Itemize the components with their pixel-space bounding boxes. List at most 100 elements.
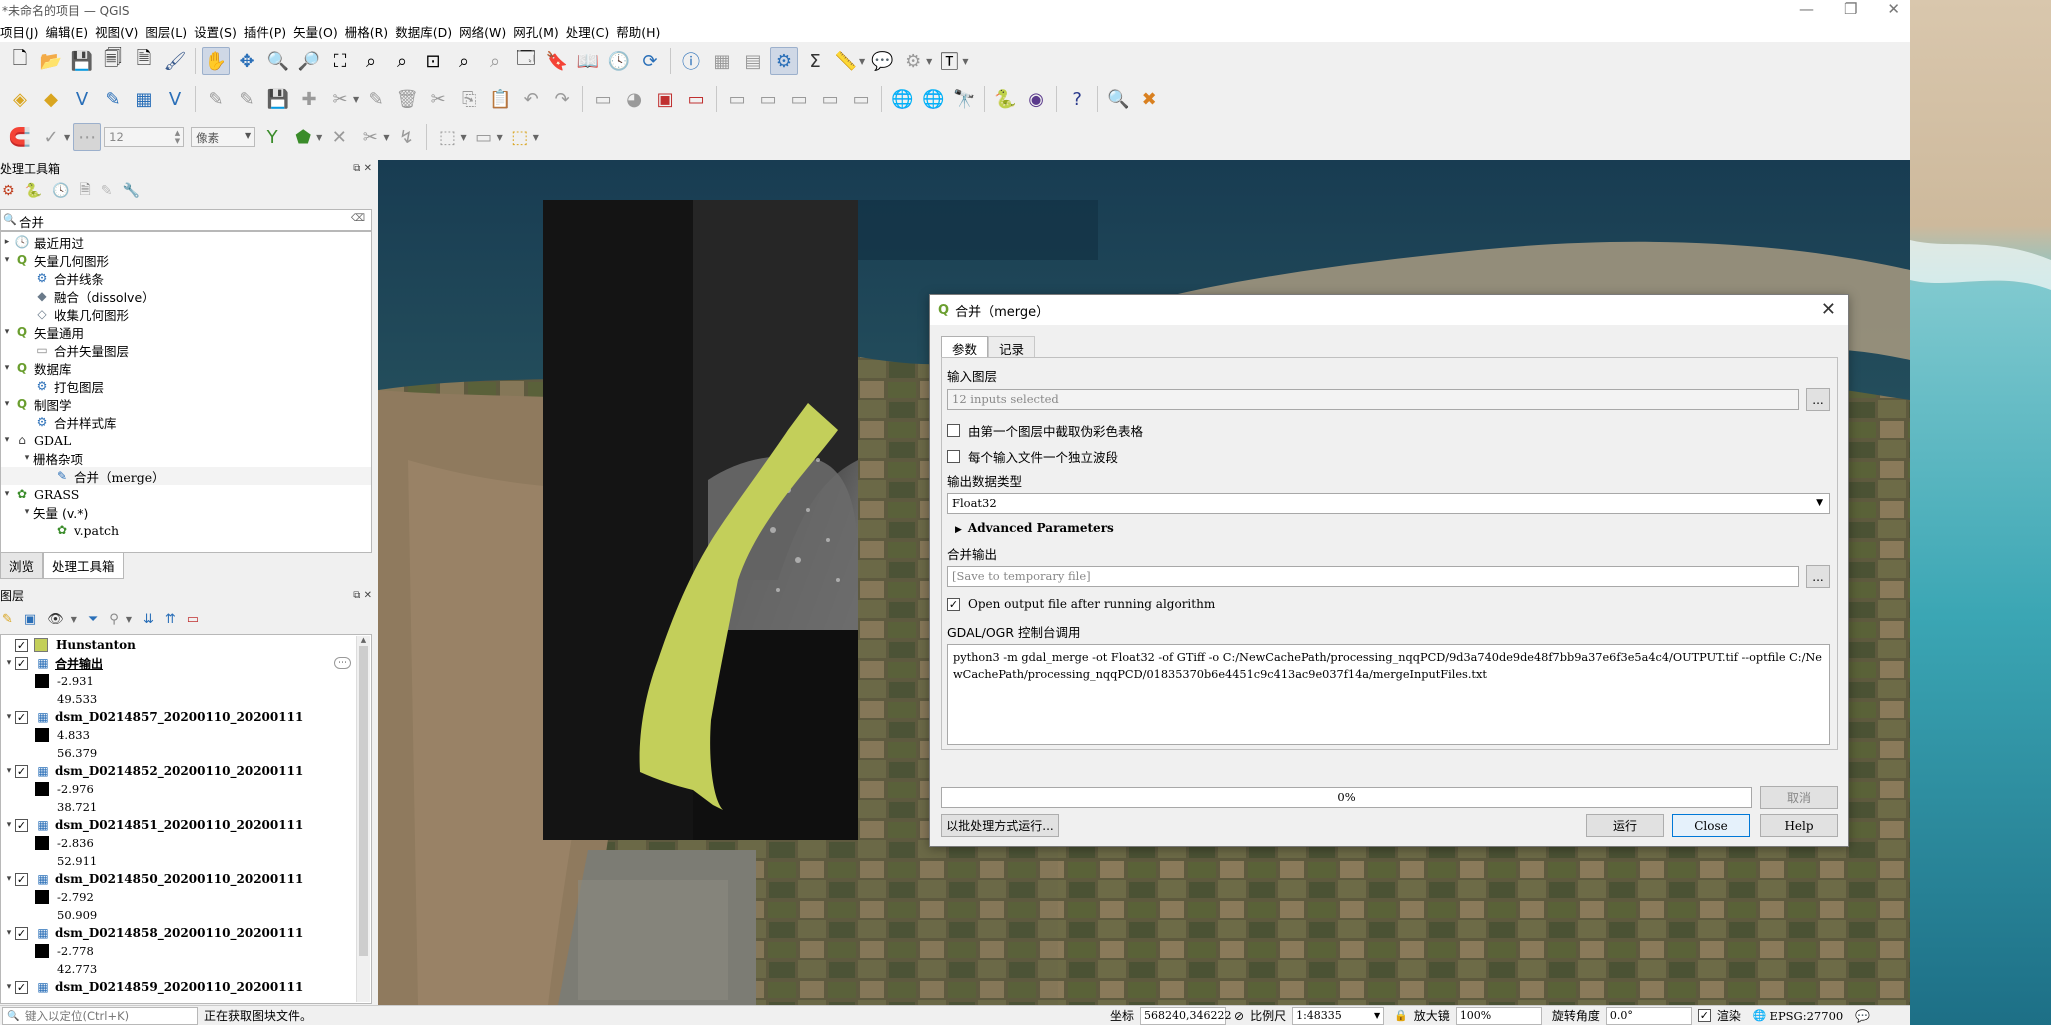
layer-item[interactable]: ▾ ✓ ▦ dsm_D0214859_20200110_20200111	[1, 978, 371, 996]
manage-visibility-icon[interactable]: 👁	[47, 612, 64, 627]
crs-button[interactable]: EPSG:27700	[1770, 1009, 1844, 1023]
data-type-select[interactable]: Float32 ▼	[947, 493, 1830, 514]
attribute-table-icon[interactable]: ▦	[708, 47, 736, 75]
paste-icon[interactable]: 📋	[486, 85, 514, 113]
toolbox-tree-item[interactable]: ✿ v.patch	[1, 521, 371, 539]
show-hide-label-icon[interactable]: ▭	[754, 85, 782, 113]
snap-type-icon[interactable]: ⋯	[73, 123, 102, 151]
filter-legend-icon[interactable]: ⏷	[88, 612, 98, 627]
separate-band-checkbox[interactable]: 每个输入文件一个独立波段	[947, 447, 1118, 466]
snap-mode-icon[interactable]: ✓	[37, 123, 65, 151]
expand-caret-icon[interactable]: ▾	[1, 363, 13, 373]
new-print-layout-icon[interactable]: 🗎	[130, 47, 158, 75]
render-checkbox[interactable]: ✓	[1697, 1009, 1711, 1022]
pan-to-selection-icon[interactable]: ✥	[233, 47, 261, 75]
expand-caret-icon[interactable]: ▾	[21, 453, 33, 463]
metasearch-icon[interactable]: 🔭	[950, 85, 978, 113]
label-pin-icon[interactable]: ◕	[620, 85, 648, 113]
layer-visibility-checkbox[interactable]: ✓	[15, 764, 28, 778]
show-bookmarks-icon[interactable]: 📖	[574, 47, 602, 75]
label-abc-icon[interactable]: ▭	[682, 85, 710, 113]
crs-icon[interactable]: 🌐	[1753, 1009, 1767, 1022]
expand-caret-icon[interactable]: ▾	[3, 874, 15, 884]
select-value-icon[interactable]: ▭	[470, 123, 498, 151]
layer-item[interactable]: ▾ ✓ ▦ dsm_D0214858_20200110_20200111	[1, 924, 371, 942]
label-toolbar-icon[interactable]: ▣	[651, 85, 679, 113]
menu-item[interactable]: 网孔(M)	[513, 20, 566, 42]
rotation-spinbox[interactable]: 0.0°	[1605, 1006, 1692, 1025]
clear-search-icon[interactable]: ⌫	[351, 213, 365, 224]
layer-indicator-icon[interactable]: ⋯	[334, 657, 351, 669]
menu-item[interactable]: 视图(V)	[95, 20, 145, 42]
magnifier-spinbox[interactable]: 100%	[1455, 1006, 1542, 1025]
field-calc-icon[interactable]: ▤	[739, 47, 767, 75]
rotate-label-icon[interactable]: ▭	[816, 85, 844, 113]
globe-icon[interactable]: 🌐	[888, 85, 916, 113]
toolbox-tree-item[interactable]: ▾ Q 制图学	[1, 395, 371, 413]
minimize-icon[interactable]: —	[1799, 0, 1814, 18]
edit-toggle-icon[interactable]: ✎	[233, 85, 261, 113]
pin-label-icon[interactable]: ▭	[723, 85, 751, 113]
menu-item[interactable]: 编辑(E)	[45, 20, 95, 42]
text-annotation-icon[interactable]: 🅃	[935, 47, 963, 75]
layer-item[interactable]: ✓ Hunstanton	[1, 636, 371, 654]
advanced-digitize-icon[interactable]: ✂	[356, 123, 384, 151]
toolbox-tree-item[interactable]: ▾ ✿ GRASS	[1, 485, 371, 503]
menu-item[interactable]: 矢量(O)	[293, 20, 345, 42]
layers-scrollbar[interactable]: ▲	[356, 636, 370, 1002]
data-source-manager-icon[interactable]: ◈	[6, 85, 34, 113]
python-scripts-icon[interactable]: 🐍	[25, 183, 42, 199]
expand-all-icon[interactable]: ⇊	[143, 612, 154, 627]
save-as-icon[interactable]: 🗐	[99, 47, 127, 75]
vertex-tool-icon[interactable]: ✂	[326, 85, 354, 113]
expand-caret-icon[interactable]: ▾	[1, 399, 13, 409]
change-label-icon[interactable]: ▭	[847, 85, 875, 113]
layer-visibility-checkbox[interactable]: ✓	[15, 656, 28, 670]
new-bookmark-icon[interactable]: 🔖	[543, 47, 571, 75]
toolbox-tree-item[interactable]: ✎ 合并（merge）	[1, 467, 371, 485]
topology-icon[interactable]: Y	[258, 123, 286, 151]
locator-input[interactable]: 🔍 键入以定位(Ctrl+K)	[2, 1006, 198, 1025]
menu-item[interactable]: 插件(P)	[244, 20, 293, 42]
select-features-icon[interactable]: ⬚	[433, 123, 461, 151]
wms-icon[interactable]: 🌐	[919, 85, 947, 113]
coord-toggle-icon[interactable]: ⊘	[1234, 1009, 1244, 1023]
snap-tolerance-spinbox[interactable]: 12 ▲ ▼	[104, 127, 185, 147]
identify-icon[interactable]: ⓘ	[677, 47, 705, 75]
layer-visibility-checkbox[interactable]: ✓	[15, 872, 28, 886]
delete-selected-icon[interactable]: 🗑	[393, 85, 421, 113]
add-feature-icon[interactable]: ✚	[295, 85, 323, 113]
toolbox-search-input[interactable]: 🔍 合并 ⌫	[0, 209, 372, 231]
edit-pencil-icon[interactable]: ✎	[202, 85, 230, 113]
magnet-icon[interactable]: 🧲	[6, 123, 34, 151]
expand-caret-icon[interactable]: ▸	[1, 237, 13, 247]
toolbox-tree-item[interactable]: ⚙ 合并线条	[1, 269, 371, 287]
expand-caret-icon[interactable]: ▾	[21, 507, 33, 517]
new-geopackage-icon[interactable]: ◆	[37, 85, 65, 113]
pan-icon[interactable]: ✋	[202, 47, 230, 75]
move-label-icon[interactable]: ▭	[785, 85, 813, 113]
redo-icon[interactable]: ↷	[548, 85, 576, 113]
expand-caret-icon[interactable]: ▾	[3, 982, 15, 992]
add-vector-icon[interactable]: V	[68, 85, 96, 113]
scale-select[interactable]: 1:48335 ▼	[1292, 1006, 1385, 1025]
snap-unit-select[interactable]: 像素 ▼	[191, 127, 256, 147]
menu-item[interactable]: 网络(W)	[459, 20, 513, 42]
new-project-icon[interactable]: 🗋	[6, 47, 34, 75]
messages-icon[interactable]: 💬	[1855, 1009, 1870, 1023]
expand-caret-icon[interactable]: ▾	[1, 255, 13, 265]
style-manager-icon[interactable]: 🖌	[161, 47, 189, 75]
zoom-native-icon[interactable]: ⊡	[419, 47, 447, 75]
expand-caret-icon[interactable]: ▾	[1, 435, 13, 445]
expand-caret-icon[interactable]: ▾	[3, 766, 15, 776]
batch-process-button[interactable]: 以批处理方式运行...	[941, 814, 1059, 837]
zoom-selection-icon[interactable]: ⌕	[357, 47, 385, 75]
zoom-out-icon[interactable]: 🔎	[295, 47, 323, 75]
expand-caret-icon[interactable]: ▾	[1, 327, 13, 337]
select-icon[interactable]: ⚙	[899, 47, 927, 75]
toolbox-tree-item[interactable]: ⚙ 合并样式库	[1, 413, 371, 431]
measure-icon[interactable]: 📏	[832, 47, 860, 75]
pct-checkbox[interactable]: 由第一个图层中截取伪彩色表格	[947, 421, 1143, 440]
maximize-icon[interactable]: ❐	[1844, 0, 1857, 18]
output-file-field[interactable]: [Save to temporary file]	[947, 566, 1799, 587]
